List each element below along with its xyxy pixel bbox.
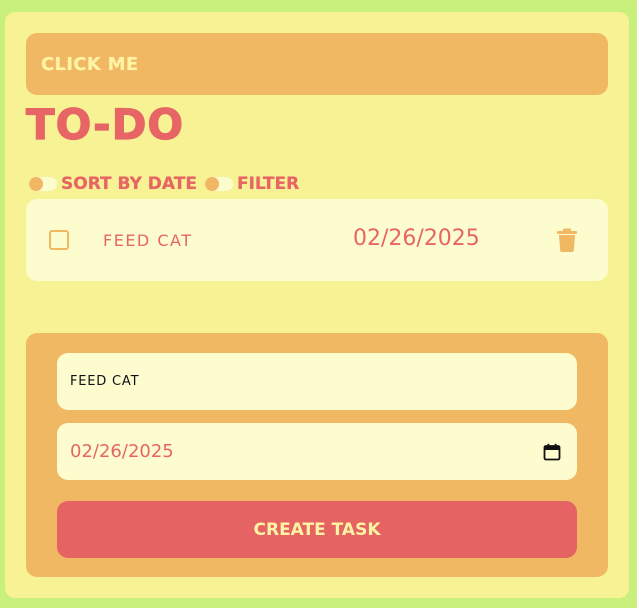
create-task-button[interactable]: CREATE TASK bbox=[57, 501, 577, 558]
filter-label: FILTER bbox=[236, 174, 300, 194]
task-name-input[interactable]: FEED CAT bbox=[57, 353, 577, 410]
task-date-input-value: 02/26/2025 bbox=[70, 441, 174, 462]
click-me-button[interactable]: CLICK ME bbox=[26, 33, 608, 95]
sort-by-date-toggle[interactable]: SORT BY DATE bbox=[29, 174, 197, 194]
list-controls: SORT BY DATE FILTER bbox=[29, 173, 307, 195]
task-item: FEED CAT 02/26/2025 bbox=[26, 199, 608, 281]
sort-toggle-switch[interactable] bbox=[29, 177, 57, 191]
click-me-label: CLICK ME bbox=[41, 53, 139, 75]
task-name: FEED CAT bbox=[103, 231, 193, 250]
task-date-input[interactable]: 02/26/2025 bbox=[57, 423, 577, 480]
create-task-label: CREATE TASK bbox=[253, 519, 381, 540]
sort-toggle-knob bbox=[29, 177, 43, 191]
delete-task-button[interactable] bbox=[556, 228, 578, 252]
calendar-icon[interactable] bbox=[543, 443, 561, 461]
trash-icon bbox=[557, 228, 577, 252]
filter-toggle-knob bbox=[204, 177, 219, 191]
todo-app: CLICK ME TO-DO SORT BY DATE FILTER FEED … bbox=[5, 12, 629, 598]
page-title: TO-DO bbox=[25, 100, 185, 149]
task-complete-checkbox[interactable] bbox=[49, 230, 69, 250]
new-task-form: FEED CAT 02/26/2025 CREATE TASK bbox=[26, 333, 608, 577]
sort-by-date-label: SORT BY DATE bbox=[61, 174, 197, 194]
task-name-input-value: FEED CAT bbox=[70, 374, 140, 389]
filter-toggle[interactable]: FILTER bbox=[204, 174, 300, 194]
task-date: 02/26/2025 bbox=[353, 226, 480, 251]
filter-toggle-switch[interactable] bbox=[204, 177, 233, 191]
